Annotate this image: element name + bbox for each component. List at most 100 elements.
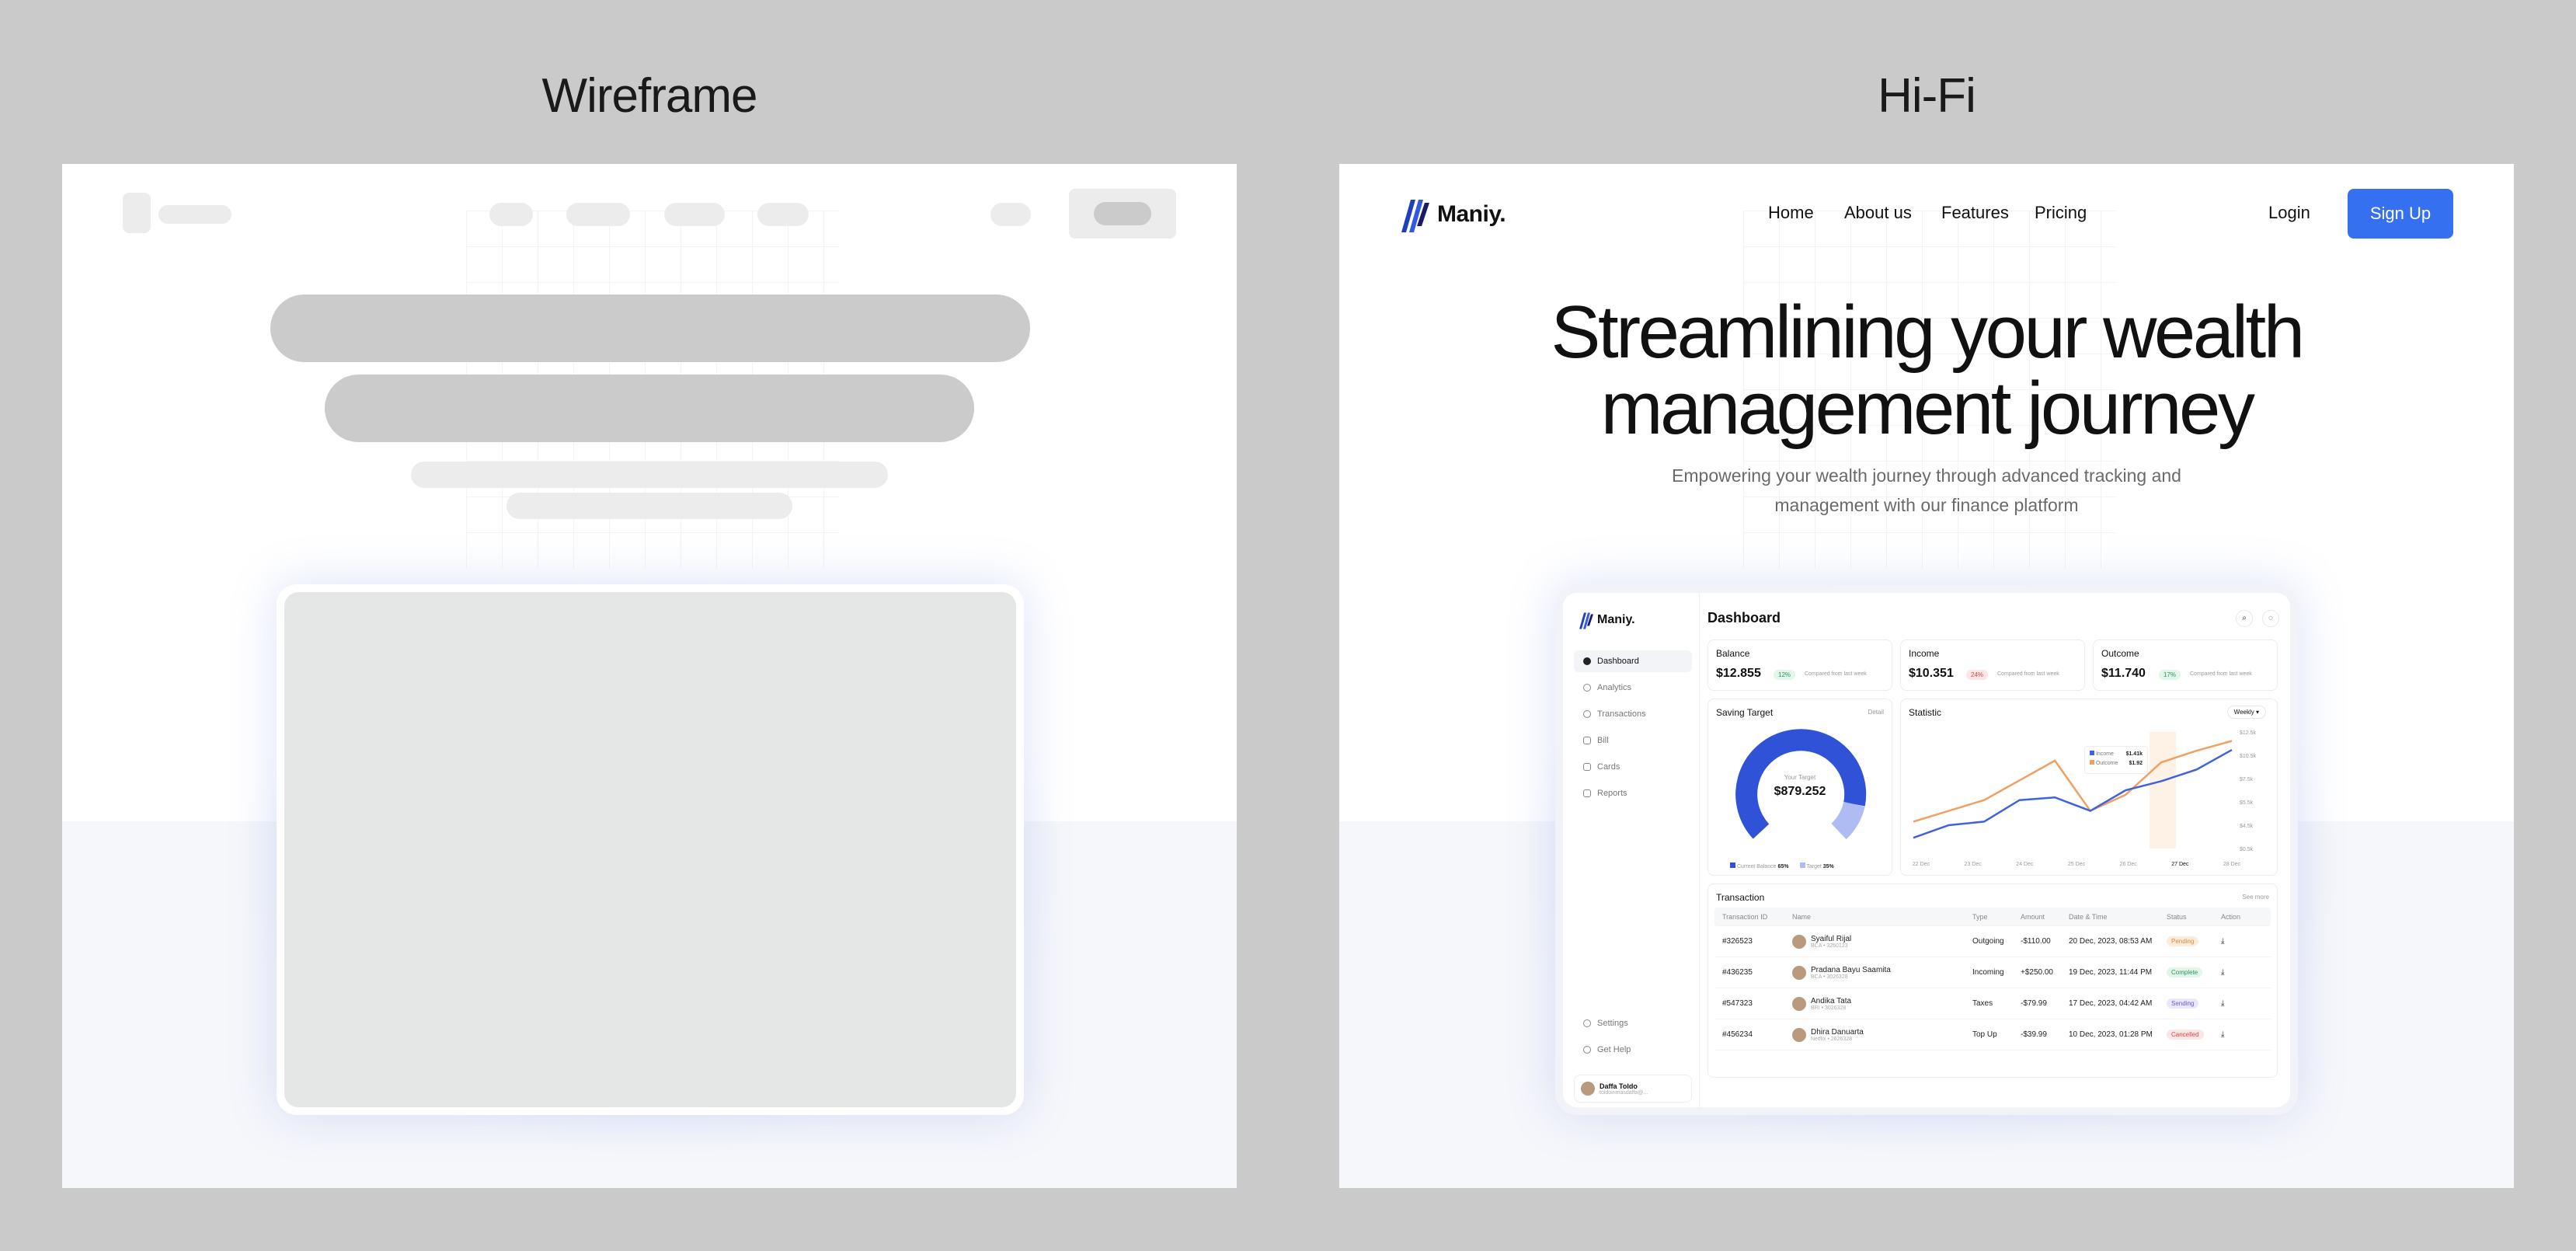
search-icon[interactable]: ⌕ (2236, 610, 2253, 627)
table-row[interactable]: #326523 Syaiful Rijal BCA • 3260123 Outgoin… (1714, 926, 2271, 957)
help-icon (1583, 1046, 1591, 1054)
saving-target-card: Saving Target Detail Your Target $879.25… (1707, 699, 1892, 876)
card-icon (1583, 763, 1591, 771)
legend-current: Current Balance 65% (1730, 862, 1789, 869)
sidebar-item-bill[interactable]: Bill (1574, 730, 1692, 751)
wf-dashboard-placeholder (284, 592, 1016, 1107)
y-tick-label: $7.5k (2240, 777, 2254, 782)
nav-about[interactable]: About us (1844, 203, 1912, 223)
hero-heading-line1: Streamlining your wealth (1551, 291, 2305, 374)
tx-status-cell: Pending (2167, 936, 2221, 946)
status-badge: Complete (2167, 967, 2203, 977)
see-more-link[interactable]: See more (2242, 894, 2269, 901)
transaction-card: Transaction See more Transaction ID Name… (1707, 883, 2278, 1078)
wf-nav-item (489, 203, 533, 226)
user-email: toldoinmasdaffa@... (1600, 1089, 1648, 1096)
table-body: #326523 Syaiful Rijal BCA • 3260123 Outgoin… (1714, 926, 2271, 1051)
stat-label: Balance (1716, 648, 1750, 659)
transaction-title: Transaction (1716, 892, 1765, 903)
sidebar-item-analytics[interactable]: Analytics (1574, 677, 1692, 699)
reports-icon (1583, 789, 1591, 797)
analytics-icon (1583, 684, 1591, 692)
sidebar-item-reports[interactable]: Reports (1574, 782, 1692, 804)
table-row[interactable]: #547323 Andika Tata BRI • 3026328 Taxes -$79… (1714, 988, 2271, 1019)
sidebar-item-transactions[interactable]: Transactions (1574, 703, 1692, 725)
nav-features[interactable]: Features (1941, 203, 2009, 223)
stat-change-badge: 17% (2159, 670, 2181, 680)
tx-name-cell: Pradana Bayu Saamita BCA • 3026328 (1792, 965, 1972, 980)
tx-date: 20 Dec, 2023, 08:53 AM (2069, 937, 2153, 946)
avatar (1792, 996, 1806, 1011)
tx-sub: Netflix • 2626328 (1811, 1036, 1853, 1042)
wf-dashboard-frame (277, 584, 1024, 1115)
user-switcher[interactable]: Daffa Toldo toldoinmasdaffa@... (1574, 1075, 1692, 1103)
download-icon[interactable]: ⤓ (2221, 1030, 2244, 1039)
download-icon[interactable]: ⤓ (2221, 968, 2244, 977)
hifi-title: Hi-Fi (1878, 69, 1976, 123)
nav-pricing[interactable]: Pricing (2035, 203, 2087, 223)
col-header: Transaction ID (1722, 912, 1768, 921)
avatar (1792, 965, 1806, 980)
period-select[interactable]: Weekly ▾ (2226, 706, 2266, 719)
tx-name: Andika Tata (1811, 996, 1852, 1005)
tx-name: Pradana Bayu Saamita (1811, 965, 1891, 974)
user-name: Daffa Toldo (1600, 1082, 1638, 1090)
sidebar-item-help[interactable]: Get Help (1574, 1039, 1692, 1061)
stat-value: $11.740 (2101, 667, 2146, 680)
gear-icon (1583, 1019, 1591, 1027)
wf-subtitle-line (411, 462, 888, 488)
dashboard-icon (1583, 657, 1591, 665)
sidebar-item-dashboard[interactable]: Dashboard (1574, 650, 1692, 672)
stat-change-badge: 12% (1774, 670, 1796, 680)
signup-button[interactable]: Sign Up (2348, 189, 2453, 239)
brand-name: Maniy. (1437, 201, 1506, 227)
col-header: Action (2221, 912, 2241, 921)
bell-icon[interactable]: ◌ (2262, 610, 2279, 627)
dash-main: Dashboard ⌕ ◌ Balance $12.855 12% Compar… (1707, 593, 2290, 1107)
download-icon[interactable]: ⤓ (2221, 937, 2244, 946)
nav-login[interactable]: Login (2268, 203, 2310, 223)
tx-amount: -$39.99 (2021, 1030, 2047, 1039)
tx-status-cell: Sending (2167, 998, 2221, 1009)
table-row[interactable]: #456234 Dhira Danuarta Netflix • 2626328 To… (1714, 1019, 2271, 1051)
sidebar-item-cards[interactable]: Cards (1574, 756, 1692, 778)
tx-amount: -$110.00 (2021, 937, 2051, 946)
x-tick-label: 25 Dec (2068, 862, 2086, 867)
table-row[interactable]: #436235 Pradana Bayu Saamita BCA • 3026328… (1714, 957, 2271, 988)
download-icon[interactable]: ⤓ (2221, 999, 2244, 1008)
brand-logo[interactable]: Maniy. (1400, 195, 1506, 234)
wf-logo-text (158, 205, 231, 224)
dash-brand-name: Maniy. (1597, 613, 1635, 626)
x-tick-label: 26 Dec (2120, 862, 2138, 867)
logo-icon (1401, 200, 1429, 232)
tx-name-cell: Dhira Danuarta Netflix • 2626328 (1792, 1027, 1972, 1042)
sidebar-item-settings[interactable]: Settings (1574, 1012, 1692, 1034)
avatar (1792, 1027, 1806, 1042)
stat-note: Compared from last week (1805, 671, 1867, 677)
wireframe-panel (62, 164, 1237, 1188)
tooltip-outcome: Outcome $1.92 (2090, 759, 2143, 768)
tx-id: #547323 (1722, 999, 1753, 1008)
sidebar-label: Settings (1597, 1019, 1628, 1028)
stat-card-balance: Balance $12.855 12% Compared from last w… (1707, 639, 1892, 691)
saving-detail-link[interactable]: Detail (1868, 709, 1884, 716)
transactions-icon (1583, 710, 1591, 718)
hero-subtitle-line2: management with our finance platform (1774, 495, 2079, 515)
tx-date: 10 Dec, 2023, 01:28 PM (2069, 1030, 2153, 1039)
series-line-1 (1913, 748, 2233, 839)
series-line-0 (1913, 740, 2233, 823)
wf-subtitle-line (506, 493, 792, 519)
stat-card-income: Income $10.351 24% Compared from last we… (1900, 639, 2085, 691)
x-tick-label: 28 Dec (2223, 862, 2241, 867)
y-tick-label: $12.5k (2240, 730, 2257, 736)
avatar (1581, 1082, 1595, 1096)
legend-target: Target 35% (1799, 862, 1834, 869)
tooltip-income: Income $1.41k (2090, 750, 2143, 759)
stat-note: Compared from last week (1997, 671, 2059, 677)
tx-sub: BCA • 3260123 (1811, 943, 1848, 949)
nav-home[interactable]: Home (1768, 203, 1814, 223)
statistic-title: Statistic (1909, 707, 1942, 718)
wf-logo-icon (123, 193, 151, 233)
tx-amount: +$250.00 (2021, 968, 2053, 977)
sidebar-label: Transactions (1597, 709, 1646, 719)
